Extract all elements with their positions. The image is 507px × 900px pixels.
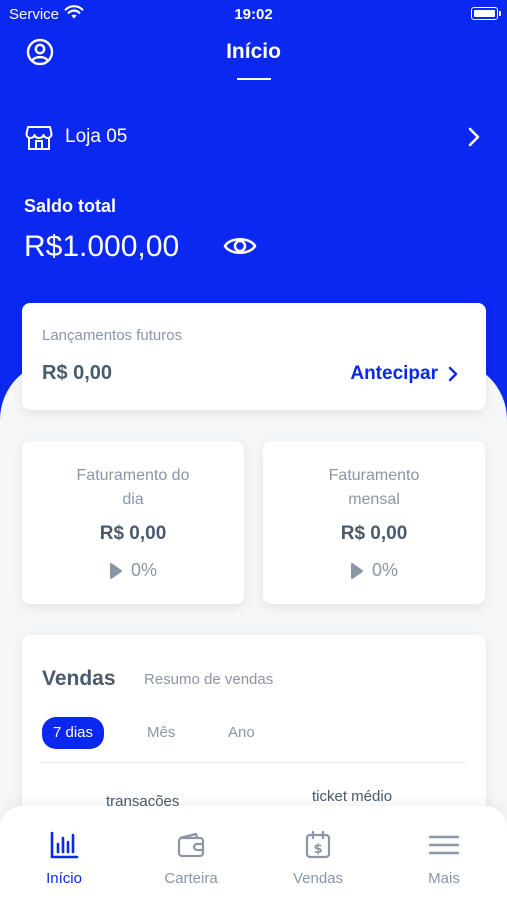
balance-value: R$1.000,00: [24, 230, 180, 263]
store-icon: [25, 126, 53, 150]
title-underline: [237, 78, 271, 80]
store-name: Loja 05: [65, 126, 128, 147]
daily-revenue-percent: 0%: [130, 560, 157, 580]
wallet-icon: [177, 832, 205, 858]
battery-icon: [471, 7, 501, 20]
average-ticket-label: ticket médio: [312, 788, 393, 805]
tab-vendas[interactable]: $ Vendas: [255, 806, 381, 900]
svg-text:$: $: [313, 842, 322, 857]
daily-revenue-value: R$ 0,00: [99, 523, 167, 544]
tab-carteira[interactable]: Carteira: [128, 806, 254, 900]
calendar-dollar-icon: $: [305, 830, 331, 859]
chevron-right-icon: [448, 366, 458, 382]
period-year-button[interactable]: Ano: [217, 717, 266, 749]
page-title: Início: [226, 40, 281, 63]
monthly-revenue-change: 0%: [263, 560, 485, 581]
daily-revenue-card[interactable]: Faturamento do dia R$ 0,00 0%: [22, 441, 244, 604]
future-entries-label: Lançamentos futuros: [42, 327, 183, 344]
monthly-revenue-value: R$ 0,00: [340, 523, 408, 544]
store-selector[interactable]: Loja 05: [0, 118, 507, 158]
sales-subtitle: Resumo de vendas: [144, 671, 274, 688]
top-bar: Início: [0, 30, 507, 90]
tab-label: Carteira: [164, 870, 218, 887]
status-bar: Service 19:02: [0, 0, 507, 28]
menu-icon: [429, 835, 459, 855]
tab-label: Vendas: [292, 870, 344, 887]
bar-chart-icon: [50, 831, 79, 859]
future-entries-card: Lançamentos futuros R$ 0,00 Antecipar: [22, 303, 486, 410]
monthly-revenue-card[interactable]: Faturamento mensal R$ 0,00 0%: [263, 441, 485, 604]
balance-label: Saldo total: [24, 196, 117, 216]
bottom-tab-bar: Início Carteira $ Vendas Mais: [0, 806, 507, 900]
anticipate-button[interactable]: Antecipar: [350, 363, 458, 385]
tab-inicio[interactable]: Início: [1, 806, 127, 900]
eye-icon[interactable]: [223, 233, 257, 259]
play-triangle-icon: [350, 562, 363, 579]
period-month-button[interactable]: Mês: [136, 717, 186, 749]
period-7-days-button[interactable]: 7 dias: [42, 717, 105, 749]
tab-label: Início: [46, 870, 82, 887]
daily-revenue-change: 0%: [22, 560, 244, 581]
play-triangle-icon: [109, 562, 122, 579]
tab-mais[interactable]: Mais: [381, 806, 507, 900]
future-entries-value: R$ 0,00: [42, 362, 113, 384]
sales-title: Vendas: [42, 667, 116, 690]
tab-label: Mais: [428, 870, 460, 887]
daily-revenue-label: Faturamento do dia: [76, 467, 190, 508]
divider: [42, 762, 466, 763]
clock: 19:02: [234, 6, 273, 23]
monthly-revenue-percent: 0%: [371, 560, 398, 580]
anticipate-label: Antecipar: [350, 363, 438, 384]
chevron-right-icon: [468, 127, 480, 147]
monthly-revenue-label: Faturamento mensal: [328, 467, 420, 508]
